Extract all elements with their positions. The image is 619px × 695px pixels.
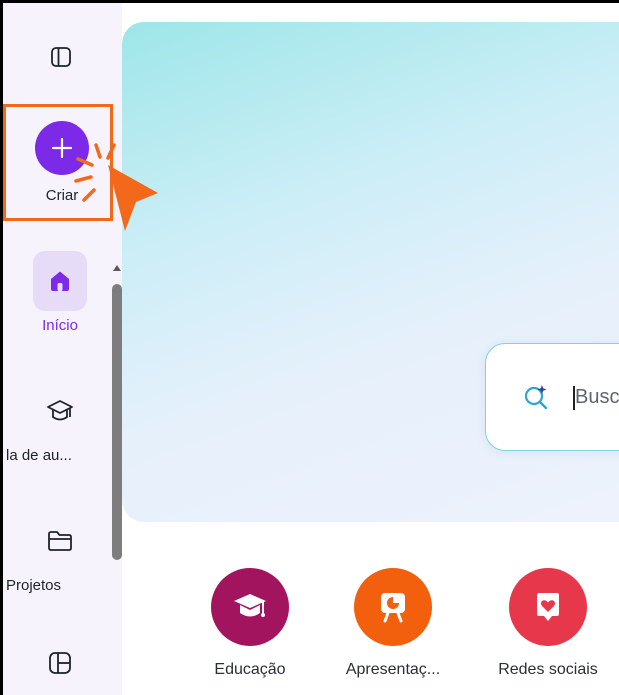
presentation-icon (381, 593, 405, 623)
magic-search-icon (524, 385, 548, 410)
graduation-cap-icon (47, 400, 73, 421)
nav-item-projetos[interactable]: Projetos (6, 511, 114, 594)
nav-label-projetos: Projetos (6, 577, 62, 594)
nav-item-inicio[interactable]: Início (6, 251, 114, 334)
nav-label-inicio: Início (42, 317, 78, 334)
scroll-up-arrow-icon[interactable] (113, 265, 121, 271)
category-educacao[interactable]: Educação (180, 568, 320, 679)
sidebar: Criar Início la de au... Projetos (3, 3, 122, 695)
nav-label-sala-de-aula: la de au... (6, 447, 72, 464)
nav-item-sala-de-aula[interactable]: la de au... (6, 381, 114, 464)
category-circle-redes-sociais (509, 568, 587, 646)
folder-icon (48, 531, 72, 551)
templates-icon (49, 652, 71, 674)
panel-toggle-icon (51, 47, 71, 67)
nav-icon-box-modelos (33, 633, 87, 693)
create-circle (35, 121, 89, 175)
category-apresentacoes[interactable]: Apresentaç... (323, 568, 463, 679)
nav-icon-box-inicio (33, 251, 87, 311)
nav-icon-box-projetos (33, 511, 87, 571)
home-icon (51, 271, 69, 291)
category-redes-sociais[interactable]: Redes sociais (478, 568, 618, 679)
scroll-thumb[interactable] (112, 284, 122, 560)
heart-icon (537, 593, 559, 621)
graduation-cap-icon (234, 594, 266, 617)
nav-icon-box-sala (33, 381, 87, 441)
category-circle-apresentacoes (354, 568, 432, 646)
search-box[interactable] (485, 343, 619, 451)
search-input[interactable] (575, 382, 619, 412)
category-label-redes-sociais: Redes sociais (498, 661, 598, 678)
plus-icon (51, 137, 73, 159)
create-label: Criar (45, 187, 79, 204)
create-button[interactable]: Criar (33, 120, 91, 210)
panel-toggle-button[interactable] (43, 41, 79, 73)
category-label-educacao: Educação (214, 661, 286, 678)
category-circle-educacao (211, 568, 289, 646)
nav-item-modelos[interactable] (6, 633, 114, 693)
category-label-apresentacoes: Apresentaç... (345, 661, 441, 678)
